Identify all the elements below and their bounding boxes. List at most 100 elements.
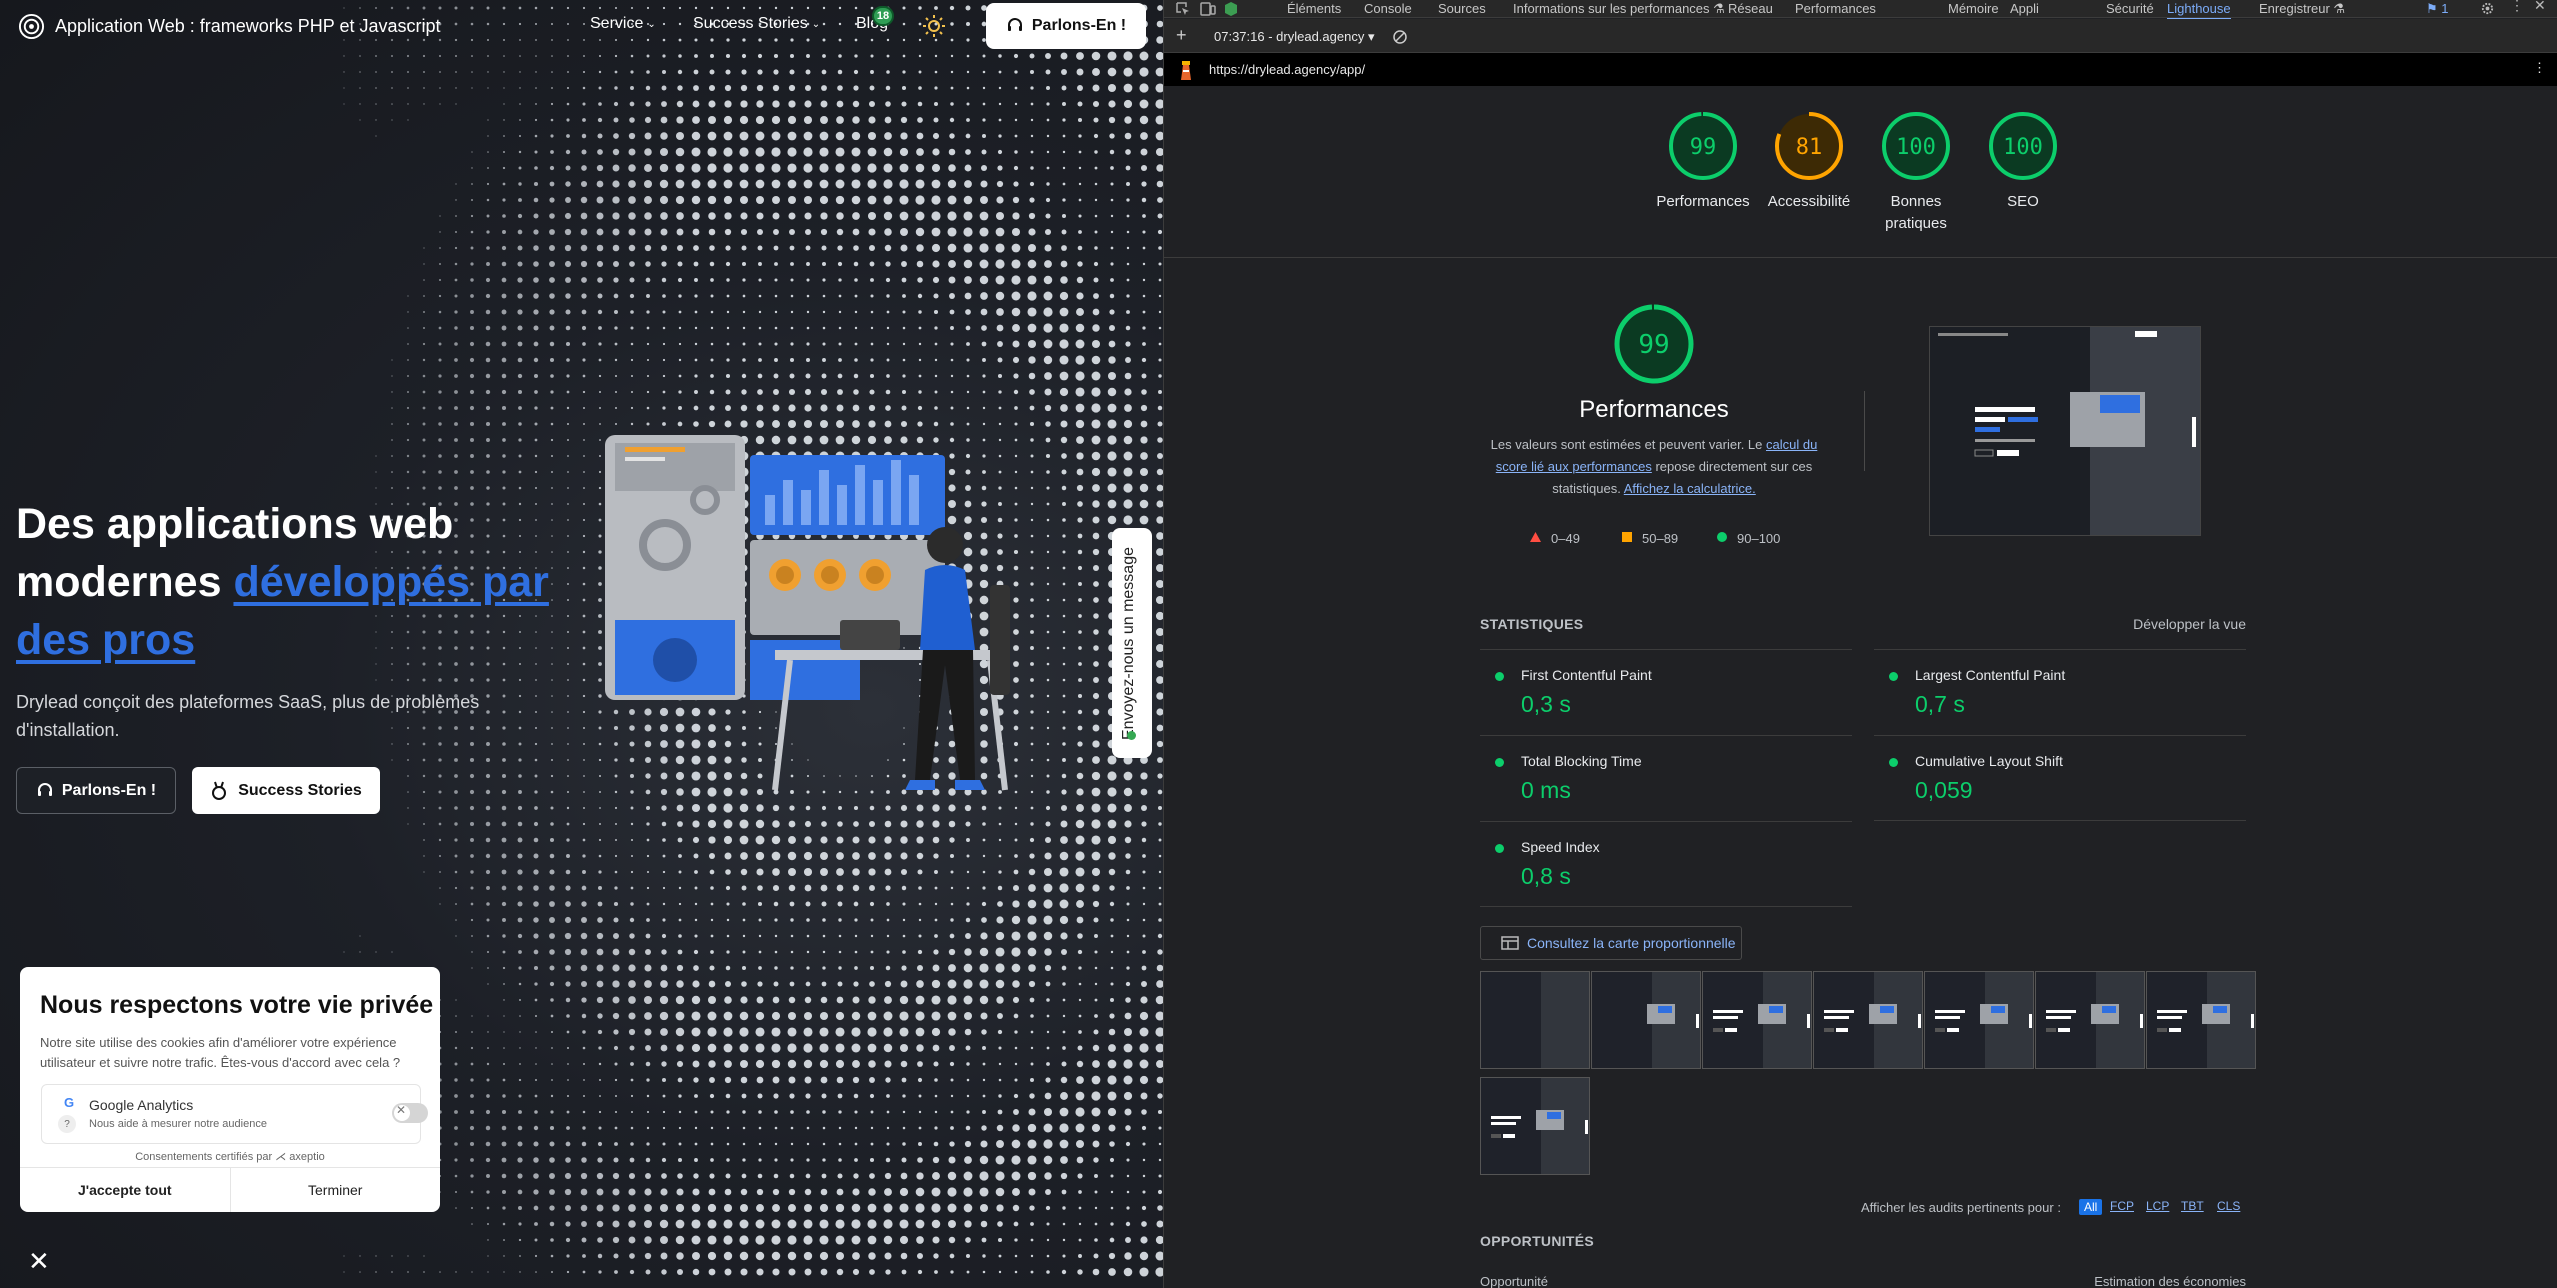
filmstrip bbox=[1480, 971, 2280, 1193]
filter-chip-tbt[interactable]: TBT bbox=[2181, 1199, 2204, 1213]
brand-title: Application Web : frameworks PHP et Java… bbox=[55, 16, 441, 36]
headset-icon bbox=[37, 782, 52, 796]
tab-sources[interactable]: Sources bbox=[1438, 1, 1486, 16]
add-icon[interactable]: + bbox=[1176, 25, 1187, 46]
tab-elements[interactable]: Éléments bbox=[1287, 1, 1341, 16]
metrics-divider bbox=[1480, 906, 1852, 907]
accept-all-button[interactable]: J'accepte tout bbox=[20, 1168, 231, 1212]
filter-chip-lcp[interactable]: LCP bbox=[2146, 1199, 2169, 1213]
gauge-performance[interactable]: 99 Performances bbox=[1648, 109, 1758, 213]
cookie-vendor-google-analytics: G ? Google Analytics Nous aide à mesurer… bbox=[41, 1084, 428, 1144]
extension-icon[interactable] bbox=[1224, 1, 1238, 17]
nav-service[interactable]: Service ⌄ bbox=[590, 15, 656, 33]
metric-value: 0,3 s bbox=[1521, 691, 1571, 717]
metric-fcp: First Contentful Paint 0,3 s bbox=[1480, 649, 1852, 734]
view-treemap-button[interactable]: Consultez la carte proportionnelle bbox=[1480, 926, 1742, 960]
clear-icon[interactable] bbox=[1392, 29, 1408, 45]
filmstrip-frame bbox=[1924, 971, 2034, 1069]
header-cta-button[interactable]: Parlons-En ! bbox=[986, 3, 1146, 49]
tab-application[interactable]: Appli bbox=[2010, 1, 2039, 16]
tab-memory[interactable]: Mémoire bbox=[1948, 1, 1999, 16]
metric-tbt: Total Blocking Time 0 ms bbox=[1480, 735, 1852, 820]
metric-value: 0 ms bbox=[1521, 777, 1571, 803]
filmstrip-frame bbox=[1480, 971, 1590, 1069]
tab-console[interactable]: Console bbox=[1364, 1, 1412, 16]
gauge-seo[interactable]: 100 SEO bbox=[1968, 109, 2078, 213]
filter-chip-all[interactable]: All bbox=[2079, 1199, 2103, 1215]
website-viewport: Application Web : frameworks PHP et Java… bbox=[0, 0, 1163, 1288]
nav-success-label: Success Stories bbox=[693, 15, 808, 32]
metric-name: Total Blocking Time bbox=[1521, 753, 1642, 769]
report-selector[interactable]: 07:37:16 - drylead.agency ▾ bbox=[1214, 29, 1374, 45]
score-legend: 0–49 50–89 90–100 bbox=[1515, 531, 1815, 551]
hero-title: Des applications web modernes développés… bbox=[16, 495, 596, 669]
report-selector-label: 07:37:16 - drylead.agency bbox=[1214, 29, 1365, 44]
gauge-seo-label: SEO bbox=[2007, 193, 2039, 210]
cookie-consent-dialog: Nous respectons votre vie privée Notre s… bbox=[20, 967, 440, 1212]
send-message-label: Envoyez-nous un message bbox=[1120, 547, 1137, 740]
nav-service-label: Service bbox=[590, 15, 644, 32]
filmstrip-frame bbox=[2146, 971, 2256, 1069]
legend-average: 50–89 bbox=[1642, 531, 1679, 546]
close-icon[interactable]: ✕ bbox=[28, 1246, 50, 1277]
filter-chip-cls[interactable]: CLS bbox=[2217, 1199, 2240, 1213]
inspect-element-icon[interactable] bbox=[1176, 2, 1190, 16]
gauge-best-practices[interactable]: 100 Bonnes pratiques bbox=[1861, 109, 1971, 235]
filmstrip-frame bbox=[1702, 971, 1812, 1069]
metrics-divider bbox=[1874, 820, 2246, 821]
brand-logo-icon bbox=[18, 13, 45, 40]
device-toolbar-icon[interactable] bbox=[1200, 2, 1216, 16]
tab-performance[interactable]: Performances bbox=[1795, 1, 1876, 16]
summary-divider bbox=[1864, 391, 1865, 471]
site-brand[interactable]: Application Web : frameworks PHP et Java… bbox=[18, 13, 441, 40]
calculator-link[interactable]: Affichez la calculatrice. bbox=[1624, 481, 1756, 496]
close-icon[interactable]: ✕ bbox=[2534, 0, 2546, 12]
tab-recorder[interactable]: Enregistreur ⚗ bbox=[2259, 1, 2345, 17]
filmstrip-frame bbox=[2035, 971, 2145, 1069]
send-message-tab[interactable]: Envoyez-nous un message bbox=[1112, 528, 1152, 758]
vendor-description: Nous aide à mesurer notre audience bbox=[89, 1118, 267, 1130]
treemap-icon bbox=[1501, 936, 1519, 950]
settings-gear-icon[interactable] bbox=[2480, 1, 2495, 16]
google-icon: G bbox=[64, 1095, 75, 1110]
hero-subtitle: Drylead conçoit des plateformes SaaS, pl… bbox=[16, 692, 480, 740]
finish-button[interactable]: Terminer bbox=[231, 1168, 441, 1212]
devtools-tab-bar: Éléments Console Sources Informations su… bbox=[1164, 0, 2557, 20]
more-options-icon[interactable]: ⋮ bbox=[2533, 61, 2546, 74]
nav-success-stories[interactable]: Success Stories ⌄ bbox=[693, 15, 820, 33]
expand-view-toggle[interactable]: Développer la vue bbox=[2133, 616, 2246, 632]
gauge-seo-ring: 100 bbox=[1989, 112, 2057, 180]
chevron-down-icon: ⌄ bbox=[647, 18, 656, 30]
vendor-name: Google Analytics bbox=[89, 1097, 194, 1113]
filter-chip-fcp[interactable]: FCP bbox=[2110, 1199, 2134, 1213]
performance-title: Performances bbox=[1579, 396, 1729, 423]
view-treemap-label: Consultez la carte proportionnelle bbox=[1527, 935, 1736, 951]
help-icon[interactable]: ? bbox=[58, 1115, 76, 1133]
tab-lighthouse[interactable]: Lighthouse bbox=[2167, 1, 2231, 20]
final-screenshot-thumbnail[interactable] bbox=[1929, 326, 2201, 536]
devtools-panel: Éléments Console Sources Informations su… bbox=[1163, 0, 2557, 1288]
filmstrip-frame bbox=[1591, 971, 1701, 1069]
score-gauges: 99 Performances 81 Accessibilité 100 Bon… bbox=[1164, 86, 2557, 258]
hero-contact-button[interactable]: Parlons-En ! bbox=[16, 767, 176, 814]
issues-counter[interactable]: ⚑ 1 bbox=[2426, 1, 2449, 17]
theme-toggle-sun-icon[interactable] bbox=[922, 14, 946, 38]
metric-speed-index: Speed Index 0,8 s bbox=[1480, 821, 1852, 906]
filmstrip-frame bbox=[1480, 1077, 1590, 1175]
average-square-icon bbox=[1622, 532, 1632, 542]
column-opportunity: Opportunité bbox=[1480, 1274, 1548, 1288]
headset-icon bbox=[1007, 18, 1022, 31]
gauge-accessibility[interactable]: 81 Accessibilité bbox=[1754, 109, 1864, 213]
performance-description: Les valeurs sont estimées et peuvent var… bbox=[1484, 434, 1824, 500]
tab-security[interactable]: Sécurité bbox=[2106, 1, 2154, 16]
tab-network[interactable]: Réseau bbox=[1728, 1, 1773, 16]
metric-name: Speed Index bbox=[1521, 839, 1600, 855]
hero-success-stories-button[interactable]: Success Stories bbox=[192, 767, 380, 814]
filmstrip-frame bbox=[1813, 971, 1923, 1069]
opportunities-title: OPPORTUNITÉS bbox=[1480, 1233, 1595, 1249]
tab-performance-insights[interactable]: Informations sur les performances ⚗ bbox=[1513, 1, 1725, 17]
gauge-performance-ring: 99 bbox=[1669, 112, 1737, 180]
more-options-icon[interactable]: ⋮ bbox=[2510, 0, 2524, 12]
performance-big-gauge: 99 bbox=[1614, 304, 1694, 384]
legend-pass: 90–100 bbox=[1737, 531, 1781, 546]
